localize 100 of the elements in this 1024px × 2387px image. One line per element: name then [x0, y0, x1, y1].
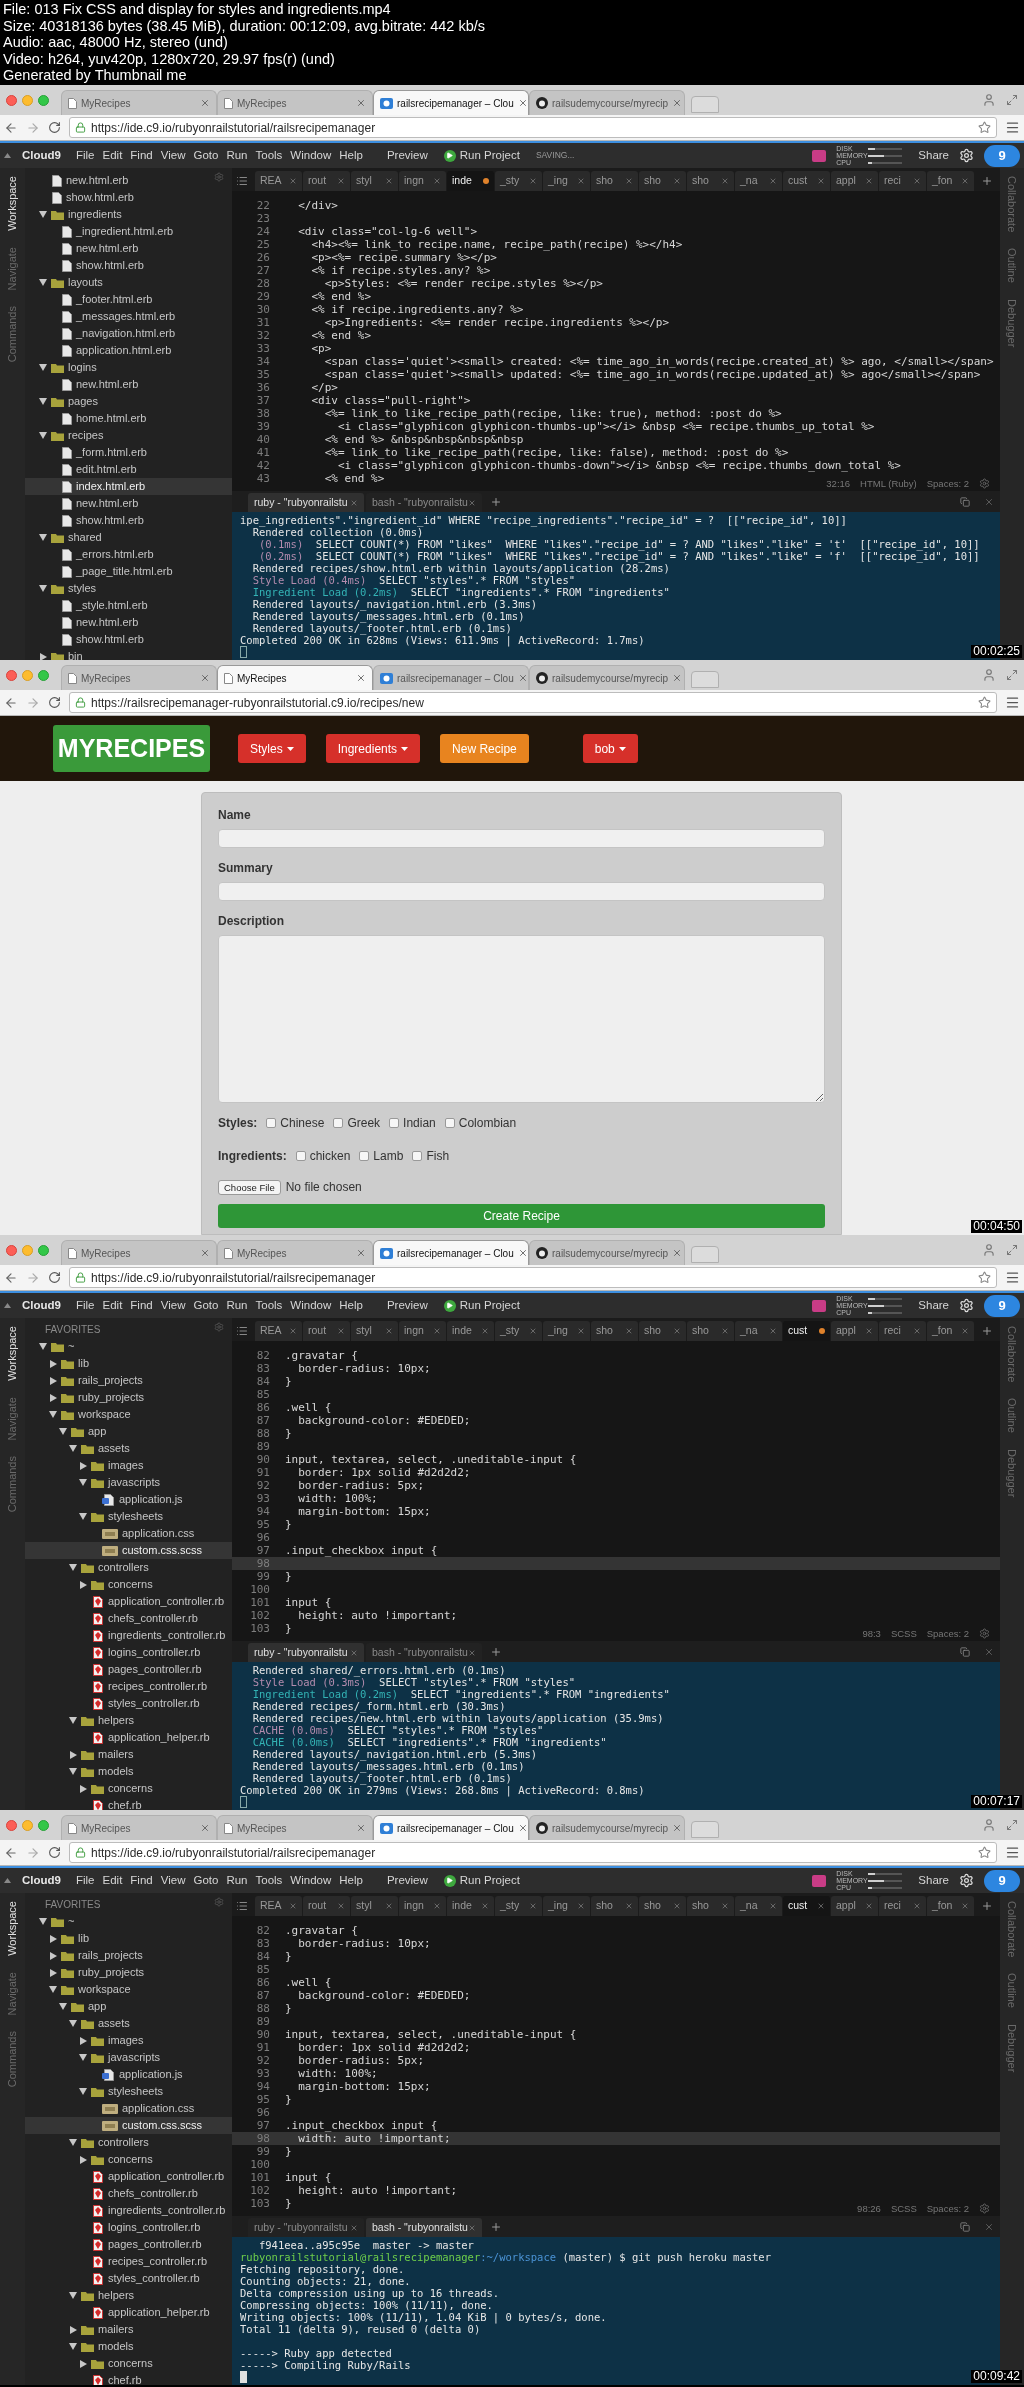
tree-item[interactable]: application_helper.rb — [25, 2304, 232, 2321]
text-field[interactable] — [218, 829, 825, 848]
nav-button[interactable]: Ingredients — [325, 734, 421, 763]
triangle-down-icon[interactable] — [69, 2139, 77, 2146]
collapse-triangle-icon[interactable] — [4, 1303, 11, 1308]
menu-item[interactable]: Window — [290, 1871, 332, 1890]
create-recipe-button[interactable]: Create Recipe — [218, 1204, 825, 1228]
triangle-right-icon[interactable] — [69, 1750, 77, 1759]
editor-tab[interactable]: rout — [303, 1896, 350, 1916]
profile-icon[interactable] — [982, 93, 996, 107]
triangle-right-icon[interactable] — [69, 2325, 77, 2334]
bookmark-star-icon[interactable] — [978, 1846, 991, 1859]
close-icon[interactable] — [433, 1902, 441, 1910]
close-icon[interactable] — [577, 177, 585, 185]
editor-tab[interactable]: _sty — [495, 171, 542, 191]
tree-item[interactable]: ruby_projects — [25, 1389, 232, 1406]
panel-tab[interactable]: Workspace — [4, 1901, 21, 1956]
editor-tab[interactable]: appl — [831, 1896, 878, 1916]
tree-item[interactable]: application.html.erb — [25, 342, 232, 359]
menu-icon[interactable] — [1005, 120, 1020, 135]
close-icon[interactable] — [625, 1327, 633, 1335]
close-icon[interactable] — [673, 1902, 681, 1910]
menu-item[interactable]: Find — [130, 1871, 153, 1890]
tree-item[interactable]: ingredients — [25, 206, 232, 223]
editor-tab[interactable]: sho — [591, 1896, 638, 1916]
tree-item[interactable]: recipes_controller.rb — [25, 1678, 232, 1695]
editor-tab[interactable]: sho — [687, 1896, 734, 1916]
tree-item[interactable]: _ingredient.html.erb — [25, 223, 232, 240]
close-icon[interactable] — [961, 1327, 969, 1335]
zoom-window-icon[interactable] — [38, 94, 49, 106]
tree-item[interactable]: controllers — [25, 1559, 232, 1576]
fullscreen-icon[interactable] — [1006, 669, 1018, 681]
fullscreen-icon[interactable] — [1006, 94, 1018, 106]
close-icon[interactable] — [769, 177, 777, 185]
editor-tab[interactable]: rout — [303, 1321, 350, 1341]
menu-item[interactable]: View — [160, 146, 186, 165]
tree-item[interactable]: application_controller.rb — [25, 2168, 232, 2185]
list-icon[interactable] — [236, 175, 248, 187]
triangle-right-icon[interactable] — [49, 1376, 57, 1385]
tree-item[interactable]: concerns — [25, 2355, 232, 2372]
triangle-down-icon[interactable] — [39, 398, 47, 405]
menu-item[interactable]: Goto — [193, 146, 219, 165]
tree-item[interactable]: chef.rb — [25, 2372, 232, 2385]
triangle-down-icon[interactable] — [69, 1564, 77, 1571]
tree-item[interactable]: show.html.erb — [25, 189, 232, 206]
close-icon[interactable] — [672, 673, 683, 683]
editor-tab[interactable]: appl — [831, 171, 878, 191]
close-icon[interactable] — [865, 1327, 873, 1335]
tree-item[interactable]: models — [25, 2338, 232, 2355]
add-tab-icon[interactable] — [981, 1900, 993, 1912]
forward-icon[interactable] — [26, 120, 40, 135]
triangle-down-icon[interactable] — [59, 2003, 67, 2010]
close-icon[interactable] — [289, 1902, 297, 1910]
tree-item[interactable]: _page_title.html.erb — [25, 563, 232, 580]
terminal-tab[interactable]: ruby - "rubyonrailstu — [248, 2218, 364, 2237]
triangle-down-icon[interactable] — [39, 534, 47, 541]
tree-item[interactable]: _style.html.erb — [25, 597, 232, 614]
tree-item[interactable]: images — [25, 2032, 232, 2049]
close-icon[interactable] — [200, 98, 210, 108]
editor-tab[interactable]: _sty — [495, 1896, 542, 1916]
close-icon[interactable] — [385, 177, 393, 185]
nav-button[interactable]: Styles — [238, 734, 306, 763]
fullscreen-icon[interactable] — [1006, 1819, 1018, 1831]
triangle-right-icon[interactable] — [39, 652, 47, 660]
triangle-down-icon[interactable] — [39, 364, 47, 371]
triangle-down-icon[interactable] — [79, 2054, 87, 2061]
tree-item[interactable]: recipes — [25, 427, 232, 444]
checkbox[interactable] — [389, 1118, 400, 1128]
nav-button[interactable]: bob — [582, 734, 638, 763]
run-project-button[interactable]: Run Project — [443, 1296, 520, 1315]
triangle-right-icon[interactable] — [49, 1393, 57, 1402]
tree-item[interactable]: application_helper.rb — [25, 1729, 232, 1746]
share-button[interactable]: Share — [918, 1296, 949, 1315]
minimize-window-icon[interactable] — [22, 1819, 33, 1831]
checkbox[interactable] — [444, 1118, 455, 1128]
new-tab-button[interactable] — [691, 671, 719, 688]
browser-tab[interactable]: MyRecipes — [61, 665, 217, 690]
checkbox[interactable] — [295, 1151, 306, 1161]
checkbox[interactable] — [333, 1118, 344, 1128]
editor-tab[interactable]: _na — [735, 171, 782, 191]
reload-icon[interactable] — [48, 1271, 61, 1284]
close-window-icon[interactable] — [6, 669, 17, 681]
editor-tab[interactable]: styl — [351, 1321, 398, 1341]
tree-item[interactable]: index.html.erb — [25, 478, 232, 495]
tree-item[interactable]: bin — [25, 648, 232, 660]
menu-item[interactable]: Run — [226, 1296, 248, 1315]
restore-window-icon[interactable] — [960, 497, 970, 507]
tree-item[interactable]: app — [25, 1423, 232, 1440]
back-icon[interactable] — [4, 1270, 18, 1285]
triangle-right-icon[interactable] — [79, 2036, 87, 2045]
menu-item[interactable]: Window — [290, 146, 332, 165]
profile-icon[interactable] — [982, 1243, 996, 1257]
tree-item[interactable]: styles_controller.rb — [25, 2270, 232, 2287]
checkbox[interactable] — [266, 1118, 277, 1128]
close-icon[interactable] — [356, 673, 366, 683]
tree-item[interactable]: concerns — [25, 1576, 232, 1593]
collapse-triangle-icon[interactable] — [4, 153, 11, 158]
tree-item[interactable]: home.html.erb — [25, 410, 232, 427]
share-button[interactable]: Share — [918, 146, 949, 165]
back-icon[interactable] — [4, 120, 18, 135]
